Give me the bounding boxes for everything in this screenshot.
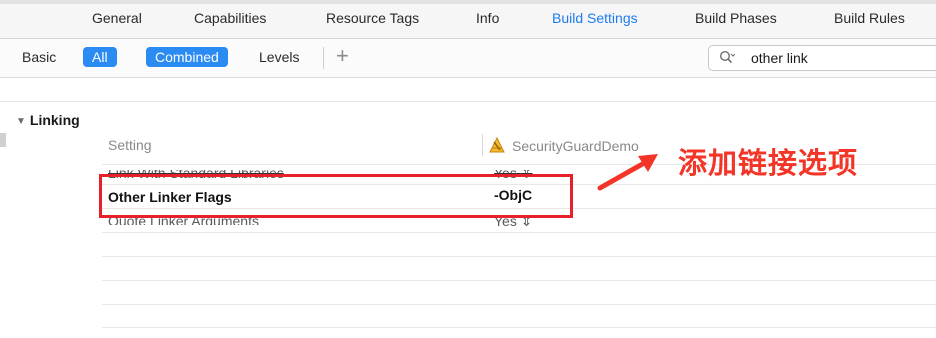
- add-setting-button[interactable]: +: [336, 43, 349, 69]
- toolbar-divider: [323, 47, 324, 69]
- basic-filter-button[interactable]: Basic: [22, 47, 56, 67]
- levels-view-button[interactable]: Levels: [259, 47, 299, 67]
- tab-build-settings[interactable]: Build Settings: [552, 10, 638, 26]
- annotation-label: 添加链接选项: [678, 146, 859, 180]
- section-title: Linking: [29, 112, 80, 128]
- tab-info[interactable]: Info: [476, 10, 499, 26]
- left-gutter-mark: [0, 133, 6, 147]
- row-divider: [102, 256, 936, 257]
- disclosure-triangle-icon[interactable]: ▼: [16, 116, 26, 127]
- tab-resource-tags[interactable]: Resource Tags: [326, 10, 419, 26]
- combined-view-button[interactable]: Combined: [146, 47, 228, 67]
- app-target-icon: [489, 136, 505, 153]
- setting-column-header[interactable]: Setting: [108, 137, 152, 153]
- row-divider: [102, 304, 936, 305]
- tab-capabilities[interactable]: Capabilities: [194, 10, 266, 26]
- row-divider: [102, 327, 936, 328]
- column-divider: [482, 134, 483, 156]
- annotation-arrow-icon: [597, 154, 658, 191]
- tab-general[interactable]: General: [92, 10, 142, 26]
- tab-build-phases[interactable]: Build Phases: [695, 10, 777, 26]
- tab-build-rules[interactable]: Build Rules: [834, 10, 905, 26]
- highlight-box: [99, 174, 573, 218]
- content-separator: [0, 101, 936, 102]
- all-filter-button[interactable]: All: [83, 47, 117, 67]
- search-input[interactable]: other link: [751, 50, 808, 66]
- magnifier-with-dropdown-icon[interactable]: [719, 49, 735, 65]
- editor-tab-bar: General Capabilities Resource Tags Info …: [0, 0, 936, 39]
- clipped-title-strip: [0, 0, 936, 4]
- row-divider: [102, 280, 936, 281]
- search-field[interactable]: other link: [708, 45, 936, 71]
- row-divider: [102, 232, 936, 233]
- section-header-linking[interactable]: ▼ Linking: [16, 112, 80, 128]
